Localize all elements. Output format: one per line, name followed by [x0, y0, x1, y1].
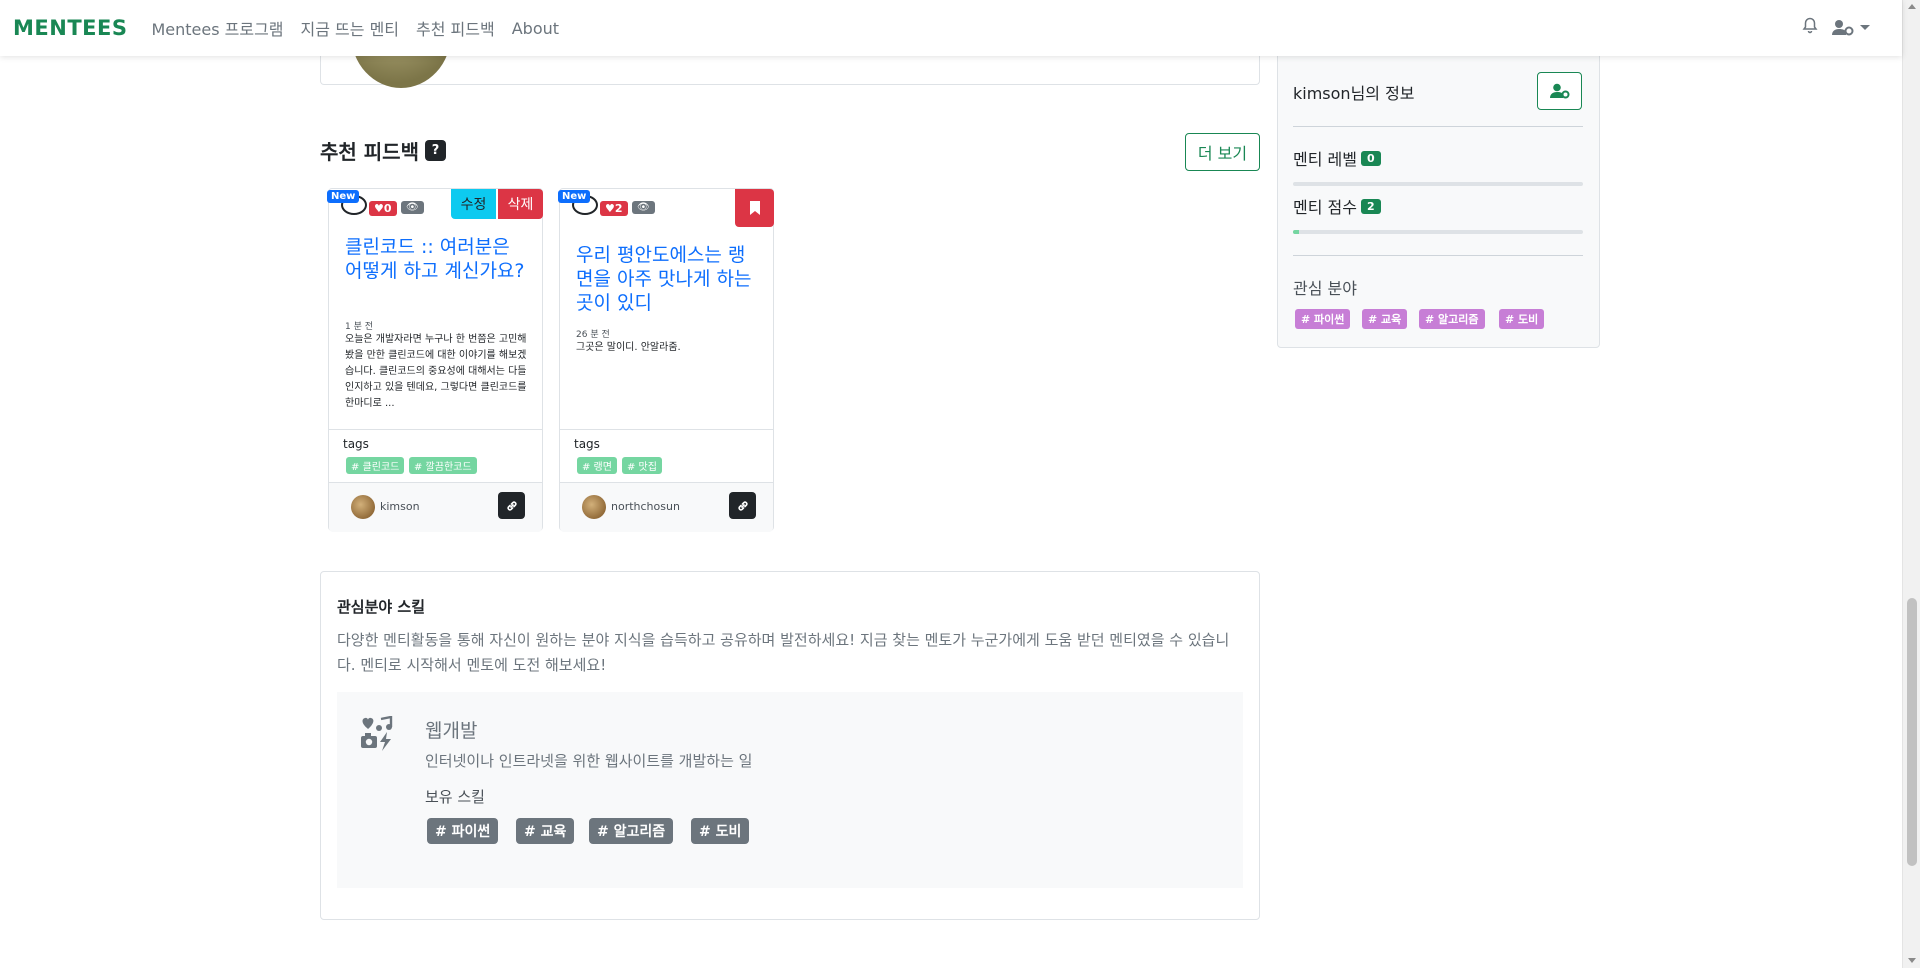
tag-badge[interactable]: # 클린코드: [346, 457, 405, 474]
user-gear-icon: [1832, 20, 1854, 36]
edit-button[interactable]: 수정: [451, 189, 496, 219]
scroll-up-icon[interactable]: [1908, 4, 1916, 9]
interest-skill-card: 관심분야 스킬 다양한 멘티활동을 통해 자신이 원하는 분야 지식을 습득하고…: [320, 571, 1260, 920]
chevron-down-icon: [1860, 25, 1870, 30]
sidebar-divider: [1293, 126, 1583, 127]
tags-label: tags: [574, 437, 600, 451]
skill-tag[interactable]: # 도비: [691, 818, 750, 844]
feedback-card: New ♥2 👁 우리 평안도에스는 랭면을 아주 맛나게 하는 곳이 있디 2…: [558, 188, 774, 532]
help-badge[interactable]: ?: [424, 140, 446, 161]
nav-link-about[interactable]: About: [512, 19, 559, 38]
divider: [329, 429, 542, 430]
nav-link-feedback[interactable]: 추천 피드백: [416, 16, 495, 40]
brand-logo[interactable]: MENTEES: [13, 16, 127, 40]
card-footer: kimson: [329, 482, 542, 532]
skill-name: 웹개발: [425, 720, 478, 742]
card-footer: northchosun: [560, 482, 773, 532]
delete-button[interactable]: 삭제: [498, 189, 543, 219]
skill-description: 인터넷이나 인트라넷을 위한 웹사이트를 개발하는 일: [425, 752, 753, 770]
nav-link-trending[interactable]: 지금 뜨는 멘티: [301, 16, 400, 40]
scroll-thumb[interactable]: [1907, 598, 1917, 866]
interest-tag[interactable]: # 교육: [1362, 309, 1408, 329]
feedback-card: New ♥0 👁 수정 삭제 클린코드 :: 여러분은 어떻게 하고 계신가요?…: [327, 188, 543, 532]
level-badge: 0: [1360, 150, 1381, 166]
feedback-title-link[interactable]: 클린코드 :: 여러분은 어떻게 하고 계신가요?: [345, 235, 530, 283]
link-icon: [506, 500, 517, 511]
author-name[interactable]: kimson: [380, 500, 420, 513]
author-avatar: [351, 495, 375, 519]
bookmark-icon: [749, 201, 760, 215]
skill-item: 웹개발 인터넷이나 인트라넷을 위한 웹사이트를 개발하는 일 보유 스킬 # …: [337, 692, 1243, 888]
nav-right-group: [1802, 17, 1870, 38]
eye-icon: 👁: [632, 201, 655, 214]
author-name[interactable]: northchosun: [611, 500, 680, 513]
user-info-title: kimson님의 정보: [1293, 84, 1415, 103]
skill-card-heading: 관심분야 스킬: [337, 598, 426, 616]
interest-tag[interactable]: # 알고리즘: [1419, 309, 1485, 329]
interest-tag[interactable]: # 도비: [1499, 309, 1545, 329]
top-navbar: MENTEES Mentees 프로그램 지금 뜨는 멘티 추천 피드백 Abo…: [0, 0, 1902, 56]
mentee-score: 멘티 점수 2: [1293, 194, 1381, 218]
score-progress-bar: [1293, 230, 1583, 234]
tag-badge[interactable]: # 랭면: [577, 457, 617, 474]
feedback-section-title: 추천 피드백 ?: [320, 136, 446, 165]
tags-label: tags: [343, 437, 369, 451]
score-badge: 2: [1360, 198, 1381, 214]
skill-tag[interactable]: # 알고리즘: [589, 818, 674, 844]
page-scrollbar[interactable]: [1902, 0, 1920, 968]
more-button[interactable]: 더 보기: [1185, 133, 1260, 171]
skill-card-description: 다양한 멘티활동을 통해 자신이 원하는 분야 지식을 습득하고 공유하며 발전…: [337, 631, 1230, 674]
like-count: 2: [614, 202, 623, 215]
tag-badge[interactable]: # 맛집: [622, 457, 662, 474]
feedback-body: 오늘은 개발자라면 누구나 한 번쯤은 고민해 봤을 만한 클린코드에 대한 이…: [345, 334, 527, 409]
score-progress-fill: [1293, 230, 1299, 234]
bell-icon[interactable]: [1802, 17, 1818, 38]
skill-tag[interactable]: # 교육: [516, 818, 575, 844]
interest-label: 관심 분야: [1293, 279, 1357, 298]
score-label: 멘티 점수: [1293, 198, 1357, 217]
eye-icon: 👁: [401, 201, 424, 214]
heart-music-camera-bolt-icon: [359, 715, 395, 756]
nav-link-program[interactable]: Mentees 프로그램: [151, 16, 283, 40]
like-badge[interactable]: ♥0: [369, 201, 397, 216]
like-count: 0: [383, 202, 392, 215]
new-badge: New: [558, 190, 591, 203]
feedback-time: 1 분 전: [345, 322, 374, 332]
link-icon: [737, 500, 748, 511]
level-label: 멘티 레벨: [1293, 150, 1357, 169]
bookmark-button[interactable]: [735, 189, 774, 227]
feedback-time: 26 분 전: [576, 330, 610, 340]
new-badge: New: [327, 190, 360, 203]
like-badge[interactable]: ♥2: [600, 201, 628, 216]
feedback-title-text: 추천 피드백: [320, 140, 419, 164]
interest-tag[interactable]: # 파이썬: [1295, 309, 1351, 329]
owned-skills-label: 보유 스킬: [425, 788, 485, 806]
link-button[interactable]: [498, 492, 525, 519]
divider: [560, 429, 773, 430]
feedback-title-link[interactable]: 우리 평안도에스는 랭면을 아주 맛나게 하는 곳이 있디: [576, 243, 761, 315]
user-menu-dropdown[interactable]: [1832, 19, 1870, 36]
user-gear-icon: [1549, 83, 1569, 99]
sidebar-divider: [1293, 255, 1583, 256]
tag-badge[interactable]: # 깔끔한코드: [409, 457, 477, 474]
level-progress-bar: [1293, 182, 1583, 186]
mentee-level: 멘티 레벨 0: [1293, 146, 1381, 170]
skill-tag[interactable]: # 파이썬: [427, 818, 499, 844]
feedback-body: 그곳은 말이디. 안알라줌.: [576, 342, 681, 353]
user-settings-button[interactable]: [1537, 72, 1582, 110]
author-avatar: [582, 495, 606, 519]
scroll-down-icon[interactable]: [1908, 958, 1916, 963]
link-button[interactable]: [729, 492, 756, 519]
user-info-sidebar: kimson님의 정보 멘티 레벨 0 멘티 점수 2 관심 분야 # 파이썬 …: [1277, 55, 1600, 348]
